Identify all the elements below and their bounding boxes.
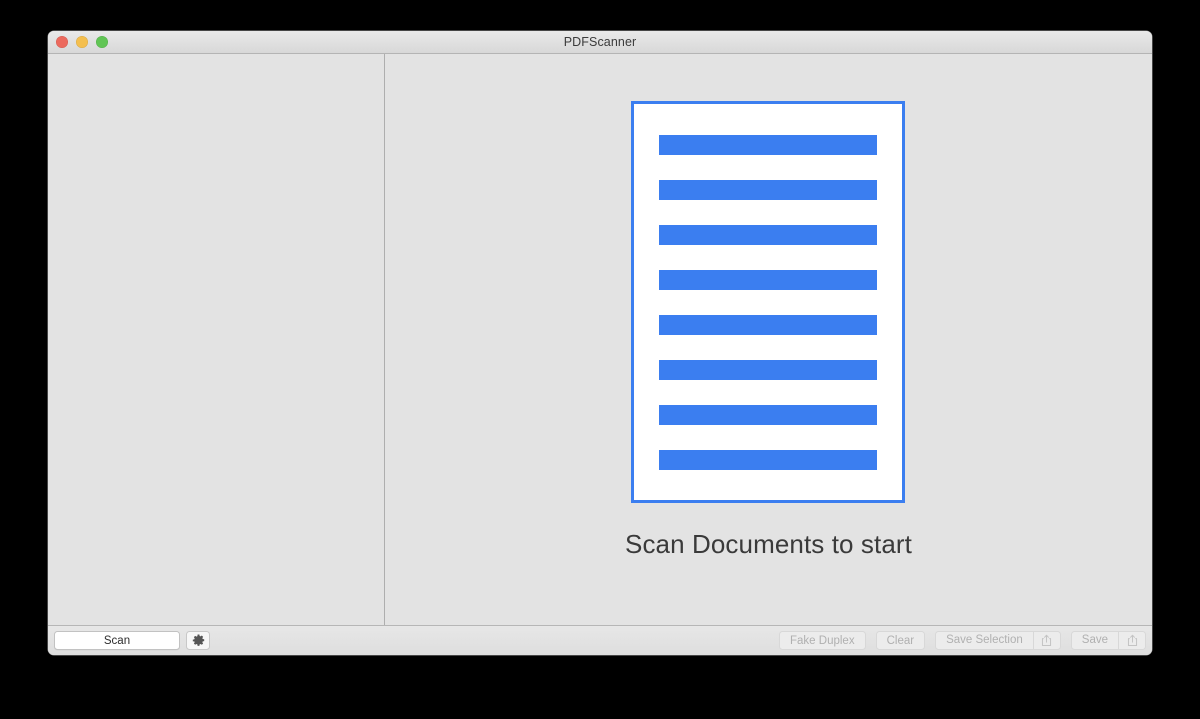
- settings-button[interactable]: [186, 631, 210, 650]
- document-line: [659, 134, 878, 155]
- share-selection-button[interactable]: [1034, 632, 1060, 649]
- clear-button[interactable]: Clear: [875, 631, 926, 650]
- document-line: [659, 269, 878, 290]
- minimize-window-button[interactable]: [76, 36, 88, 48]
- empty-state: Scan Documents to start: [625, 101, 912, 560]
- document-line: [659, 359, 878, 380]
- close-window-button[interactable]: [56, 36, 68, 48]
- gear-icon: [192, 634, 205, 647]
- pages-sidebar[interactable]: [48, 54, 385, 625]
- save-selection-button[interactable]: Save Selection: [936, 632, 1033, 649]
- share-icon: [1041, 634, 1052, 647]
- document-line: [659, 314, 878, 335]
- scan-button[interactable]: Scan: [54, 631, 180, 650]
- document-line: [659, 179, 878, 200]
- document-line: [659, 224, 878, 245]
- document-placeholder-icon: [631, 101, 906, 503]
- save-selection-group: Save Selection: [935, 631, 1061, 650]
- document-line: [659, 449, 878, 470]
- screen: PDFScanner Scan Documents to start Scan …: [0, 0, 1200, 719]
- window-body: Scan Documents to start: [48, 54, 1152, 625]
- zoom-window-button[interactable]: [96, 36, 108, 48]
- fake-duplex-button[interactable]: Fake Duplex: [779, 631, 866, 650]
- toolbar-right-group: Fake Duplex Clear Save Selection Save: [779, 631, 1146, 650]
- empty-state-message: Scan Documents to start: [625, 529, 912, 559]
- preview-area: Scan Documents to start: [385, 54, 1152, 625]
- save-group: Save: [1070, 631, 1146, 650]
- save-button[interactable]: Save: [1072, 632, 1118, 649]
- bottom-toolbar: Scan Fake Duplex Clear Save Selection Sa…: [48, 625, 1152, 655]
- pdfscanner-window: PDFScanner Scan Documents to start Scan …: [48, 31, 1152, 655]
- share-button[interactable]: [1119, 632, 1145, 649]
- document-line: [659, 404, 878, 425]
- window-title: PDFScanner: [563, 35, 637, 49]
- share-icon: [1127, 634, 1138, 647]
- window-titlebar[interactable]: PDFScanner: [48, 31, 1152, 54]
- toolbar-left-group: Scan: [54, 631, 210, 650]
- traffic-light-group: [56, 31, 108, 53]
